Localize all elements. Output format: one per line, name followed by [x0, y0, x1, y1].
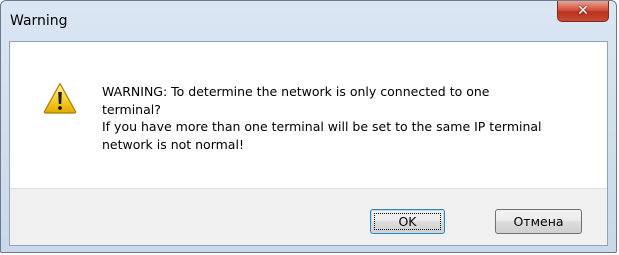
- message-area: WARNING: To determine the network is onl…: [10, 42, 607, 188]
- warning-icon: [43, 82, 77, 114]
- cancel-button-label: Отмена: [513, 214, 564, 229]
- message-line: WARNING: To determine the network is onl…: [102, 84, 490, 99]
- title-bar[interactable]: Warning ✕: [1, 1, 616, 41]
- window-title: Warning: [10, 13, 68, 29]
- ok-button[interactable]: OK: [370, 209, 445, 234]
- ok-button-label: OK: [398, 214, 417, 229]
- cancel-button[interactable]: Отмена: [495, 209, 582, 234]
- message-line: terminal?: [102, 101, 161, 117]
- dialog-body: WARNING: To determine the network is onl…: [9, 41, 608, 246]
- close-button[interactable]: ✕: [557, 1, 609, 22]
- message-text: WARNING: To determine the network is onl…: [102, 83, 592, 153]
- close-icon: ✕: [577, 3, 589, 19]
- message-line: network is not normal!: [102, 136, 244, 152]
- message-line: If you have more than one terminal will …: [102, 119, 542, 134]
- warning-dialog: Warning ✕ WARNING: To determine the netw…: [0, 0, 617, 253]
- button-bar: OK Отмена: [10, 188, 607, 245]
